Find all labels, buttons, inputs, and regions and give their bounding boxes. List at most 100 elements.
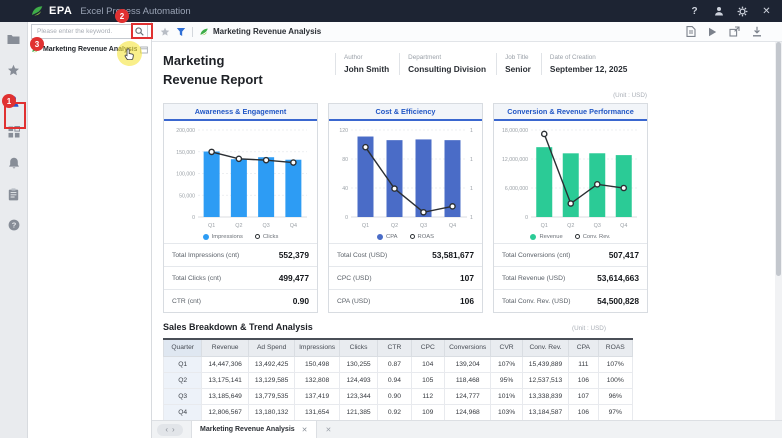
kpi-cards: Awareness & Engagement050,000100,000150,… [163, 103, 648, 313]
help-circle-icon[interactable]: ? [6, 217, 22, 233]
svg-text:Q4: Q4 [290, 223, 297, 229]
search-input[interactable] [35, 27, 135, 36]
col-header-cvr[interactable]: CVR [491, 339, 522, 356]
meta-col-department: DepartmentConsulting Division [399, 53, 496, 75]
col-header-ctr[interactable]: CTR [378, 339, 411, 356]
meta-col-date-of-creation: Date of CreationSeptember 12, 2025 [541, 53, 637, 75]
top-bar: EPA Excel Process Automation ? ✕ [0, 0, 782, 22]
value-cell: 111 [569, 356, 598, 372]
help-icon[interactable]: ? [689, 6, 700, 17]
value-cell: 124,777 [444, 388, 490, 404]
tree-item-marketing-revenue-analysis[interactable]: Marketing Revenue Analysis [28, 41, 151, 58]
card-stat-row: CPC (USD) 107 [329, 266, 482, 289]
table-header-row: QuarterRevenueAd SpendImpressionsClicksC… [164, 339, 633, 356]
item-detail-icon[interactable] [140, 46, 148, 54]
chart-canvas: 014018011201Q1Q2Q3Q4 [331, 124, 480, 230]
close-tab-icon[interactable]: ✕ [302, 426, 308, 434]
col-header-roas[interactable]: ROAS [598, 339, 632, 356]
value-cell: 107% [598, 356, 632, 372]
stat-value: 107 [460, 273, 474, 283]
value-cell: 13,779,535 [248, 388, 294, 404]
quarter-cell: Q2 [164, 372, 202, 388]
tree-item-label: Marketing Revenue Analysis [43, 46, 137, 53]
quarter-cell: Q3 [164, 388, 202, 404]
legend-marker-icon [255, 234, 260, 239]
search-icon[interactable] [135, 27, 144, 36]
notifications-bell-icon[interactable] [6, 155, 22, 171]
value-cell: 13,185,649 [202, 388, 248, 404]
stat-label: Total Conversions (cnt) [502, 252, 570, 259]
value-cell: 106 [569, 372, 598, 388]
stat-label: CTR (cnt) [172, 298, 201, 305]
value-cell: 131,654 [295, 404, 339, 420]
legend-label: Revenue [539, 234, 562, 240]
app-window: EPA Excel Process Automation ? ✕ [0, 0, 782, 438]
col-header-quarter[interactable]: Quarter [164, 339, 202, 356]
stat-label: CPC (USD) [337, 275, 372, 282]
export-document-icon[interactable] [685, 26, 696, 37]
report-title: Marketing Revenue Report [163, 51, 263, 89]
svg-text:1: 1 [470, 157, 473, 163]
user-management-icon[interactable] [6, 93, 22, 109]
favorite-star-icon[interactable] [160, 27, 170, 37]
col-header-revenue[interactable]: Revenue [202, 339, 248, 356]
value-cell: 121,385 [339, 404, 377, 420]
table-unit-note: (Unit : USD) [572, 325, 606, 332]
table-section-title: Sales Breakdown & Trend Analysis [163, 322, 313, 332]
svg-text:Q3: Q3 [594, 223, 601, 229]
dashboard-grid-icon[interactable] [6, 124, 22, 140]
svg-text:0: 0 [525, 215, 528, 221]
filter-funnel-icon[interactable] [176, 27, 186, 37]
legend-marker-icon [410, 234, 415, 239]
col-header-cpc[interactable]: CPC [411, 339, 444, 356]
col-header-cpa[interactable]: CPA [569, 339, 598, 356]
card-stat-row: CPA (USD)106 [329, 289, 482, 312]
col-header-conv-rev-[interactable]: Conv. Rev. [522, 339, 568, 356]
col-header-conversions[interactable]: Conversions [444, 339, 490, 356]
prev-arrow-icon[interactable]: ‹ [165, 426, 168, 434]
card-header: Awareness & Engagement [164, 104, 317, 121]
svg-text:?: ? [11, 221, 16, 230]
settings-gear-icon[interactable] [737, 6, 748, 17]
next-arrow-icon[interactable]: › [172, 426, 175, 434]
run-play-icon[interactable] [707, 26, 718, 37]
user-icon[interactable] [713, 6, 724, 17]
kpi-card-1: Cost & Efficiency014018011201Q1Q2Q3Q4CPA… [328, 103, 483, 313]
value-cell: 100% [598, 372, 632, 388]
value-cell: 107% [491, 356, 522, 372]
value-cell: 15,439,889 [522, 356, 568, 372]
folder-icon[interactable] [6, 31, 22, 47]
card-chart: 014018011201Q1Q2Q3Q4CPAROAS [329, 121, 482, 243]
epa-file-icon [31, 45, 40, 54]
tree-panel: Marketing Revenue Analysis [28, 22, 152, 438]
secondary-close-icon[interactable]: ✕ [326, 426, 332, 434]
close-window-icon[interactable]: ✕ [761, 6, 772, 17]
svg-text:80: 80 [342, 157, 348, 163]
stat-value: 54,500,828 [597, 296, 639, 306]
svg-text:Q3: Q3 [420, 223, 427, 229]
table-row: Q313,185,64913,779,535137,419123,3440.90… [164, 388, 633, 404]
table-row: Q114,447,30613,492,425150,498130,2550.87… [164, 356, 633, 372]
legend-entry-impressions: Impressions [203, 234, 243, 240]
legend-label: Impressions [212, 234, 243, 240]
value-cell: 12,537,513 [522, 372, 568, 388]
report-title-line1: Marketing [163, 51, 263, 70]
scrollbar-thumb[interactable] [776, 42, 781, 276]
value-cell: 109 [411, 404, 444, 420]
col-header-clicks[interactable]: Clicks [339, 339, 377, 356]
col-header-impressions[interactable]: Impressions [295, 339, 339, 356]
favorites-star-icon[interactable] [6, 62, 22, 78]
legend-marker-icon [575, 234, 580, 239]
open-in-window-icon[interactable] [729, 26, 740, 37]
download-icon[interactable] [751, 26, 762, 37]
card-stat-row: Total Conversions (cnt)507,417 [494, 243, 647, 266]
sheet-tab-marketing-revenue-analysis[interactable]: Marketing Revenue Analysis ✕ [191, 421, 317, 438]
sheet-nav-arrows[interactable]: ‹› [157, 424, 183, 436]
chart-legend: ImpressionsClicks [166, 230, 315, 243]
card-chart: 06,000,00012,000,00018,000,000Q1Q2Q3Q4Re… [494, 121, 647, 243]
topbar-actions: ? ✕ [689, 6, 772, 17]
value-cell: 130,255 [339, 356, 377, 372]
col-header-ad-spend[interactable]: Ad Spend [248, 339, 294, 356]
clipboard-icon[interactable] [6, 186, 22, 202]
svg-text:0: 0 [192, 215, 195, 221]
